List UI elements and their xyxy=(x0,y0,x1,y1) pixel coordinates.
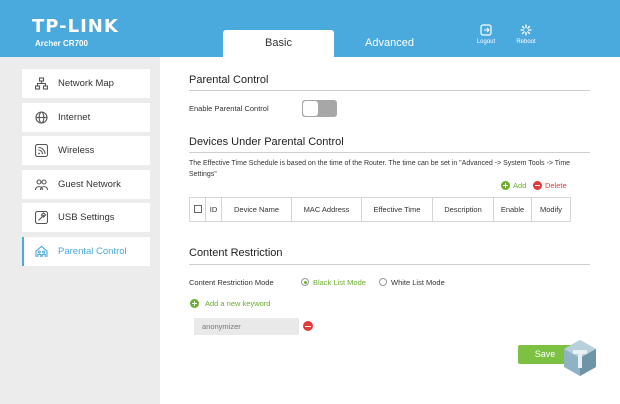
enable-parental-control-label: Enable Parental Control xyxy=(189,104,269,113)
delete-icon xyxy=(533,181,542,190)
divider xyxy=(189,264,590,265)
tab-advanced[interactable]: Advanced xyxy=(334,30,445,57)
sidebar-item-label: USB Settings xyxy=(58,212,115,223)
logout-button[interactable]: Logout xyxy=(466,24,506,45)
column-header-enable: Enable xyxy=(494,198,532,221)
parental-control-icon xyxy=(35,245,48,257)
sidebar-item-label: Network Map xyxy=(58,78,114,89)
tab-basic[interactable]: Basic xyxy=(223,30,334,57)
add-keyword-icon xyxy=(190,299,199,308)
usb-icon xyxy=(35,211,48,224)
watermark-logo-icon xyxy=(564,340,596,376)
main-panel: Parental Control Enable Parental Control… xyxy=(160,57,620,404)
white-list-mode-label: White List Mode xyxy=(391,278,445,287)
delete-device-button[interactable]: Delete xyxy=(533,181,567,191)
column-header-modify: Modify xyxy=(539,205,563,214)
add-device-button[interactable]: Add xyxy=(501,181,526,191)
tp-link-logo: TP-LINK xyxy=(32,16,119,37)
logout-icon xyxy=(480,24,492,36)
delete-label: Delete xyxy=(545,181,567,190)
column-header-description: Description xyxy=(433,198,494,221)
parental-control-title: Parental Control xyxy=(189,74,269,86)
add-keyword-button[interactable]: Add a new keyword xyxy=(190,299,270,308)
sidebar-item-wireless[interactable]: Wireless xyxy=(22,136,150,165)
model-name: Archer CR700 xyxy=(35,39,88,48)
column-header-mac-address: MAC Address xyxy=(292,198,362,221)
content-restriction-mode-label: Content Restriction Mode xyxy=(189,278,274,287)
reboot-button[interactable]: Reboot xyxy=(506,24,546,45)
top-header: TP-LINK Archer CR700 Basic Advanced Logo… xyxy=(0,0,620,57)
toggle-knob xyxy=(303,101,318,116)
guest-network-icon xyxy=(35,179,48,191)
divider xyxy=(189,152,590,153)
sidebar-item-network-map[interactable]: Network Map xyxy=(22,69,150,98)
reboot-label: Reboot xyxy=(516,39,536,45)
reboot-icon xyxy=(520,24,532,36)
column-header-device-name: Device Name xyxy=(222,198,292,221)
globe-icon xyxy=(35,111,48,124)
black-list-mode-label: Black List Mode xyxy=(313,278,366,287)
add-icon xyxy=(501,181,510,190)
sidebar-item-usb-settings[interactable]: USB Settings xyxy=(22,203,150,232)
sidebar-item-internet[interactable]: Internet xyxy=(22,103,150,132)
network-map-icon xyxy=(35,77,48,90)
add-keyword-label: Add a new keyword xyxy=(205,299,271,308)
enable-parental-control-toggle[interactable] xyxy=(302,100,337,117)
add-label: Add xyxy=(513,181,527,190)
white-list-mode-radio[interactable]: White List Mode xyxy=(379,278,445,287)
column-header-effective-time: Effective Time xyxy=(362,198,433,221)
sidebar-item-parental-control[interactable]: Parental Control xyxy=(22,237,150,266)
devices-table: ID Device Name MAC Address Effective Tim… xyxy=(189,197,571,222)
divider xyxy=(189,90,590,91)
sidebar-item-guest-network[interactable]: Guest Network xyxy=(22,170,150,199)
radio-circle xyxy=(379,278,387,286)
sidebar-item-label: Guest Network xyxy=(58,179,121,190)
content-restriction-title: Content Restriction xyxy=(189,247,283,259)
keyword-input[interactable] xyxy=(194,318,299,335)
column-header-id: ID xyxy=(206,198,222,221)
black-list-mode-radio[interactable]: Black List Mode xyxy=(301,278,366,287)
schedule-description: The Effective Time Schedule is based on … xyxy=(189,160,571,178)
devices-section-title: Devices Under Parental Control xyxy=(189,136,344,148)
sidebar: Network Map Internet Wireless Guest Netw… xyxy=(0,57,160,404)
sidebar-item-label: Internet xyxy=(58,112,91,123)
wireless-icon xyxy=(35,144,48,157)
select-all-column xyxy=(190,198,206,221)
select-all-checkbox[interactable] xyxy=(193,205,202,213)
remove-keyword-icon[interactable] xyxy=(303,321,313,331)
sidebar-item-label: Parental Control xyxy=(58,246,127,257)
sidebar-item-label: Wireless xyxy=(58,145,95,156)
logout-label: Logout xyxy=(476,39,496,45)
radio-circle xyxy=(301,278,309,286)
